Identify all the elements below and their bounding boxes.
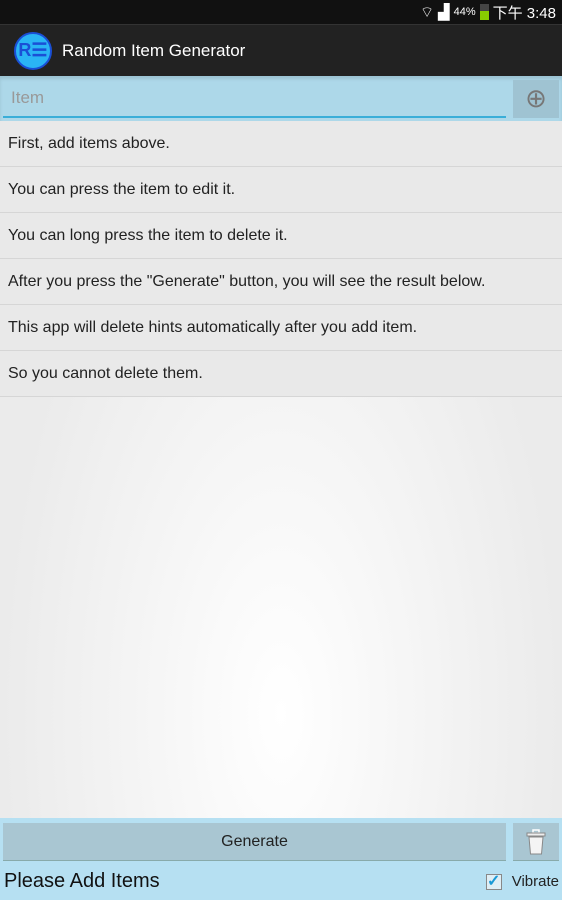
wifi-icon: ⌔ [419, 3, 435, 21]
plus-circle-icon: ⊕ [525, 83, 547, 113]
vibrate-toggle[interactable]: ✓ Vibrate [485, 873, 559, 890]
list-item[interactable]: You can press the item to edit it. [0, 167, 562, 213]
app-logo-icon: R ☰ [14, 31, 52, 70]
list-item[interactable]: So you cannot delete them. [0, 351, 562, 397]
status-bar: ⌔ ▟ 44% 下午 3:48 [0, 0, 562, 24]
generate-button[interactable]: Generate [3, 823, 506, 861]
signal-icon: ▟ [438, 4, 450, 21]
action-bar: R ☰ Random Item Generator [0, 24, 562, 76]
result-text: Please Add Items [4, 870, 160, 892]
vibrate-checkbox[interactable]: ✓ [485, 873, 502, 890]
bottom-panel: Generate Please Add Items ✓ Vibrate [0, 818, 562, 900]
list-item[interactable]: You can long press the item to delete it… [0, 213, 562, 259]
item-input[interactable] [3, 79, 506, 118]
add-item-button[interactable]: ⊕ [513, 79, 559, 118]
app-title: Random Item Generator [62, 40, 246, 60]
input-bar: ⊕ [0, 76, 562, 121]
list-item[interactable]: This app will delete hints automatically… [0, 305, 562, 351]
item-list: First, add items above. You can press th… [0, 121, 562, 818]
battery-percent: 44% [453, 6, 476, 18]
clear-button[interactable] [513, 823, 559, 861]
trash-icon [526, 828, 546, 854]
list-item[interactable]: After you press the "Generate" button, y… [0, 259, 562, 305]
vibrate-label: Vibrate [511, 873, 559, 890]
battery-icon [479, 4, 489, 20]
clock: 下午 3:48 [492, 4, 556, 22]
list-item[interactable]: First, add items above. [0, 121, 562, 167]
